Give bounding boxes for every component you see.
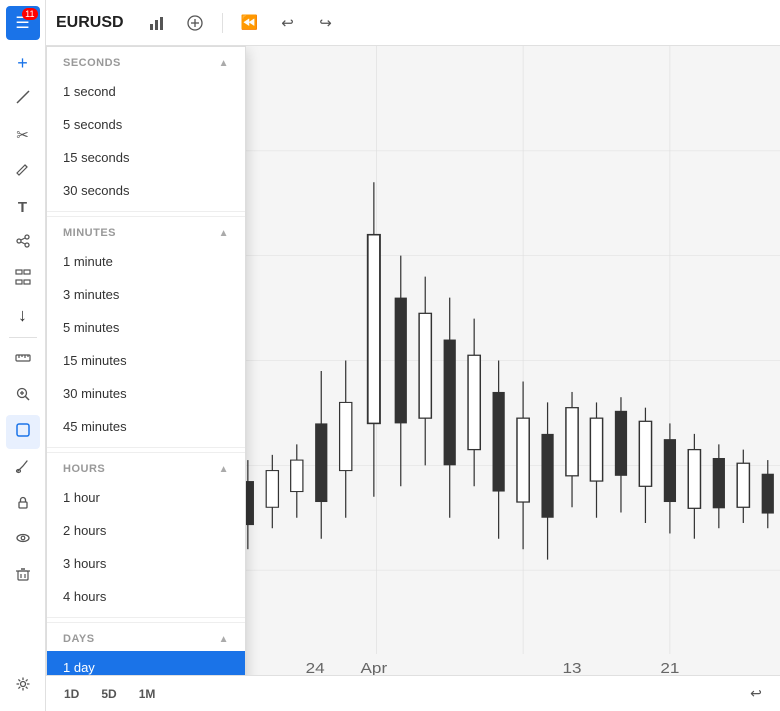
svg-text:13: 13 bbox=[563, 661, 582, 675]
settings-button[interactable] bbox=[6, 669, 40, 703]
seconds-chevron-icon: ▲ bbox=[219, 58, 229, 69]
dropdown-item-1hour[interactable]: 1 hour bbox=[47, 481, 245, 514]
zoom-icon bbox=[15, 386, 31, 407]
lock-icon bbox=[15, 494, 31, 515]
hours-label: HOURS bbox=[63, 463, 105, 475]
line-button[interactable] bbox=[6, 82, 40, 116]
dropdown-item-2hours[interactable]: 2 hours bbox=[47, 514, 245, 547]
brush-icon bbox=[15, 458, 31, 479]
arrow-down-icon: ↓ bbox=[18, 305, 27, 326]
pencil-button[interactable] bbox=[6, 154, 40, 188]
toolbar-divider-1 bbox=[9, 337, 37, 338]
node-icon bbox=[15, 233, 31, 254]
days-section-header[interactable]: DAYS ▲ bbox=[47, 622, 245, 651]
undo-button[interactable]: ↩ bbox=[273, 8, 303, 38]
divider-1 bbox=[47, 211, 245, 212]
minutes-chevron-icon: ▲ bbox=[219, 228, 229, 239]
dropdown-item-1day[interactable]: 1 day bbox=[47, 651, 245, 675]
add-indicator-button[interactable] bbox=[180, 8, 210, 38]
undo-icon: ↩ bbox=[281, 14, 294, 32]
arrow-button[interactable]: ↓ bbox=[6, 298, 40, 332]
menu-button[interactable]: ☰ 11 bbox=[6, 6, 40, 40]
divider-2 bbox=[47, 447, 245, 448]
redo-icon: ↪ bbox=[319, 14, 332, 32]
svg-text:24: 24 bbox=[306, 661, 325, 675]
top-bar: EURUSD ⏪ ↩ bbox=[46, 0, 780, 46]
days-chevron-icon: ▲ bbox=[219, 634, 229, 645]
trash-button[interactable] bbox=[6, 559, 40, 593]
hours-chevron-icon: ▲ bbox=[219, 464, 229, 475]
cursor-button[interactable] bbox=[6, 415, 40, 449]
lock-button[interactable] bbox=[6, 487, 40, 521]
eye-button[interactable] bbox=[6, 523, 40, 557]
app-container: ☰ 11 + ✂ T bbox=[0, 0, 780, 711]
timeframe-5d-button[interactable]: 5D bbox=[93, 684, 124, 704]
dropdown-item-30seconds[interactable]: 30 seconds bbox=[47, 174, 245, 207]
zoom-button[interactable] bbox=[6, 379, 40, 413]
settings-icon bbox=[15, 676, 31, 697]
dropdown-item-5seconds[interactable]: 5 seconds bbox=[47, 108, 245, 141]
timeframe-1d-button[interactable]: 1D bbox=[56, 684, 87, 704]
rewind-icon: ⏪ bbox=[241, 14, 258, 31]
dropdown-item-3hours[interactable]: 3 hours bbox=[47, 547, 245, 580]
main-content: EURUSD ⏪ ↩ bbox=[46, 0, 780, 711]
crosshair-button[interactable]: + bbox=[6, 46, 40, 80]
days-label: DAYS bbox=[63, 633, 95, 645]
dropdown-item-45minutes[interactable]: 45 minutes bbox=[47, 410, 245, 443]
dropdown-item-1minute[interactable]: 1 minute bbox=[47, 245, 245, 278]
crosshair-icon: + bbox=[17, 53, 28, 74]
pencil-icon bbox=[15, 161, 31, 182]
divider-3 bbox=[47, 617, 245, 618]
line-icon bbox=[15, 89, 31, 110]
redo-button[interactable]: ↪ bbox=[311, 8, 341, 38]
return-icon: ↩ bbox=[750, 685, 762, 702]
minutes-section-header[interactable]: MINUTES ▲ bbox=[47, 216, 245, 245]
scissors-button[interactable]: ✂ bbox=[6, 118, 40, 152]
ruler-button[interactable] bbox=[6, 343, 40, 377]
node-button[interactable] bbox=[6, 226, 40, 260]
dropdown-item-30minutes[interactable]: 30 minutes bbox=[47, 377, 245, 410]
hours-section-header[interactable]: HOURS ▲ bbox=[47, 452, 245, 481]
left-toolbar: ☰ 11 + ✂ T bbox=[0, 0, 46, 711]
notification-badge: 11 bbox=[22, 8, 37, 20]
dropdown-item-4hours[interactable]: 4 hours bbox=[47, 580, 245, 613]
hierarchy-button[interactable] bbox=[6, 262, 40, 296]
seconds-section-header[interactable]: SECONDS ▲ bbox=[47, 47, 245, 75]
topbar-separator bbox=[222, 13, 223, 33]
timeframe-1m-button[interactable]: 1M bbox=[131, 684, 164, 704]
chart-type-button[interactable] bbox=[142, 8, 172, 38]
eye-icon bbox=[15, 530, 31, 551]
bottom-bar: 1D 5D 1M ↩ bbox=[46, 675, 780, 711]
minutes-label: MINUTES bbox=[63, 227, 116, 239]
svg-text:Apr: Apr bbox=[361, 661, 388, 675]
dropdown-item-1second[interactable]: 1 second bbox=[47, 75, 245, 108]
dropdown-item-15seconds[interactable]: 15 seconds bbox=[47, 141, 245, 174]
trash-icon bbox=[15, 566, 31, 587]
ruler-icon bbox=[15, 350, 31, 371]
rewind-button[interactable]: ⏪ bbox=[235, 8, 265, 38]
dropdown-item-15minutes[interactable]: 15 minutes bbox=[47, 344, 245, 377]
brush-button[interactable] bbox=[6, 451, 40, 485]
indicator-icon bbox=[186, 14, 204, 32]
scissors-icon: ✂ bbox=[16, 126, 29, 144]
dropdown-item-3minutes[interactable]: 3 minutes bbox=[47, 278, 245, 311]
dropdown-item-5minutes[interactable]: 5 minutes bbox=[47, 311, 245, 344]
hierarchy-icon bbox=[15, 269, 31, 290]
timeframe-dropdown: SECONDS ▲ 1 second 5 seconds 15 seconds … bbox=[46, 46, 246, 675]
bottom-return-button[interactable]: ↩ bbox=[742, 680, 770, 708]
symbol-title: EURUSD bbox=[56, 14, 124, 32]
text-icon: T bbox=[18, 199, 27, 216]
seconds-label: SECONDS bbox=[63, 57, 121, 69]
cursor-icon bbox=[15, 422, 31, 443]
bar-chart-icon bbox=[148, 14, 166, 32]
text-button[interactable]: T bbox=[6, 190, 40, 224]
chart-area: 24 Apr 13 21 SECONDS ▲ 1 second 5 second… bbox=[46, 46, 780, 675]
svg-text:21: 21 bbox=[660, 661, 679, 675]
